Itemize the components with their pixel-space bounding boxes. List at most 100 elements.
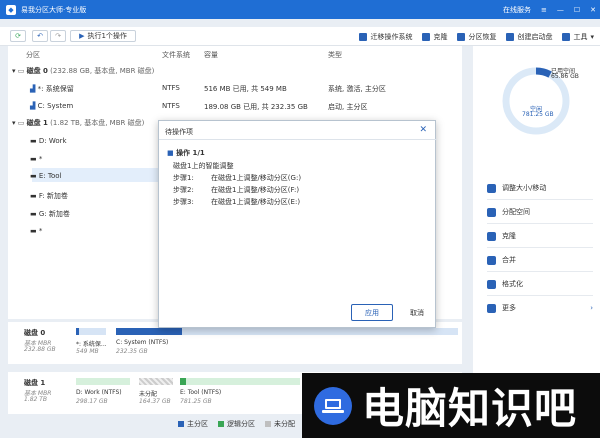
partition-system-label: C: System (NTFS) xyxy=(116,339,169,346)
legend-swatch-primary xyxy=(178,421,184,427)
dialog-close-icon[interactable]: ✕ xyxy=(419,125,427,135)
legend-swatch-unallocated xyxy=(265,421,271,427)
title-bar: ◆ 易我分区大师·专业版 在线服务 ≡ — ☐ ✕ xyxy=(0,0,600,19)
partition-reserved-size: 549 MB xyxy=(76,348,99,355)
resize-move-button[interactable]: 调整大小/移动 xyxy=(487,179,593,197)
menu-icon[interactable]: ≡ xyxy=(541,6,547,14)
type-cell: 系统, 激活, 主分区 xyxy=(328,85,386,93)
step1-label: 步骤1: xyxy=(173,174,194,182)
partition-row[interactable]: ▬ F: 新加卷 xyxy=(30,191,68,201)
disk0-row[interactable]: ▾ ▭ 磁盘 0 (232.88 GB, 基本盘, MBR 磁盘) xyxy=(12,66,154,76)
divider xyxy=(487,295,593,296)
format-icon xyxy=(487,279,496,289)
undo-button[interactable]: ↶ xyxy=(32,30,48,42)
chevron-down-icon: ▾ xyxy=(12,119,16,127)
cancel-button[interactable]: 取消 xyxy=(403,304,431,321)
drive-icon: ▬ xyxy=(30,227,37,235)
disk-icon: ▭ xyxy=(17,67,25,75)
app-logo-icon: ◆ xyxy=(6,4,16,15)
drive-icon: ▬ xyxy=(30,192,37,200)
disk1-row[interactable]: ▾ ▭ 磁盘 1 (1.82 TB, 基本盘, MBR 磁盘) xyxy=(12,118,144,128)
partition-row[interactable]: ▬ * xyxy=(30,155,42,163)
more-icon xyxy=(487,303,496,313)
fs-cell: NTFS xyxy=(162,84,180,92)
watermark-text: 电脑知识吧 xyxy=(362,384,578,433)
close-icon[interactable]: ✕ xyxy=(590,6,596,14)
partition-bar-tool[interactable] xyxy=(180,378,300,385)
partition-icon: ▟ xyxy=(30,102,36,110)
tools-button[interactable]: 工具 ▾ xyxy=(562,32,594,42)
partition-row-selected[interactable]: ▬ E: Tool xyxy=(30,172,61,180)
tools-icon xyxy=(562,32,571,41)
partition-row[interactable]: ▬ G: 新加卷 xyxy=(30,209,70,219)
step2-label: 步骤2: xyxy=(173,186,194,194)
legend-unallocated: 未分配 xyxy=(265,419,295,429)
allocate-space-button[interactable]: 分配空间 xyxy=(487,203,593,221)
operation-header[interactable]: ■ 操作 1/1 xyxy=(167,148,205,158)
drive-icon: ▬ xyxy=(30,155,37,163)
drive-icon: ▬ xyxy=(30,172,37,180)
divider xyxy=(487,223,593,224)
disk0-map-size: 232.88 GB xyxy=(24,346,56,353)
refresh-button[interactable]: ⟳ xyxy=(10,30,26,42)
free-space-value: 781.25 GB xyxy=(522,111,554,118)
step2-text: 在磁盘1上调整/移动分区(F:) xyxy=(211,186,300,194)
dialog-title: 待操作项 xyxy=(165,128,193,136)
pending-operations-dialog: 待操作项 ✕ ■ 操作 1/1 磁盘1上的智能调整 步骤1: 在磁盘1上调整/移… xyxy=(158,120,437,328)
apply-button[interactable]: 应用 xyxy=(351,304,393,321)
operation-summary: 磁盘1上的智能调整 xyxy=(173,162,234,170)
step3-text: 在磁盘1上调整/移动分区(E:) xyxy=(211,198,301,206)
divider xyxy=(487,247,593,248)
create-bootdisk-button[interactable]: 创建启动盘 xyxy=(506,32,552,42)
execute-button[interactable]: ▶ 执行1个操作 xyxy=(70,30,136,42)
step1-text: 在磁盘1上调整/移动分区(G:) xyxy=(211,174,302,182)
partition-legend: 主分区 逻辑分区 未分配 xyxy=(178,419,295,429)
capacity-cell: 516 MB 已用, 共 549 MB xyxy=(204,85,287,93)
divider xyxy=(487,271,593,272)
partition-row[interactable]: ▟ C: System xyxy=(30,102,73,110)
clone-icon xyxy=(487,231,496,241)
partition-row[interactable]: ▬ * xyxy=(30,227,42,235)
col-header-fs: 文件系统 xyxy=(162,51,190,59)
clone-icon xyxy=(422,32,431,41)
merge-icon xyxy=(487,255,496,265)
disk-icon: ▭ xyxy=(17,119,25,127)
redo-button[interactable]: ↷ xyxy=(50,30,66,42)
app-title: 易我分区大师·专业版 xyxy=(21,5,87,14)
partition-recovery-button[interactable]: 分区恢复 xyxy=(457,32,496,42)
legend-logical: 逻辑分区 xyxy=(218,419,255,429)
partition-work-size: 298.17 GB xyxy=(76,398,108,405)
more-button[interactable]: 更多 › xyxy=(487,299,593,317)
partition-tool-label: E: Tool (NTFS) xyxy=(180,389,222,396)
partition-bar-system-used xyxy=(116,328,182,335)
clone-button[interactable]: 克隆 xyxy=(422,32,447,42)
partition-bar-reserved[interactable] xyxy=(76,328,106,335)
format-button[interactable]: 格式化 xyxy=(487,275,593,293)
migrate-os-button[interactable]: 迁移操作系统 xyxy=(359,32,412,42)
drive-icon: ▬ xyxy=(30,137,37,145)
capacity-cell: 189.08 GB 已用, 共 232.35 GB xyxy=(204,103,308,111)
toolbar: ⟳ ↶ ↷ ▶ 执行1个操作 迁移操作系统 克隆 分区恢复 创建启动盘 工具 ▾ xyxy=(0,27,600,46)
partition-system-size: 232.35 GB xyxy=(116,348,148,355)
execute-label: 执行1个操作 xyxy=(87,32,127,40)
divider xyxy=(487,199,593,200)
merge-button[interactable]: 合并 xyxy=(487,251,593,269)
partition-row[interactable]: ▬ D: Work xyxy=(30,137,67,145)
partition-bar-work[interactable] xyxy=(76,378,130,385)
maximize-icon[interactable]: ☐ xyxy=(574,6,580,14)
migrate-icon xyxy=(359,32,368,41)
type-cell: 启动, 主分区 xyxy=(328,103,368,111)
donut-free-ring xyxy=(502,67,570,135)
allocate-icon xyxy=(487,207,496,217)
online-service-link[interactable]: 在线服务 xyxy=(503,5,531,15)
partition-icon: ▟ xyxy=(30,85,36,93)
minimize-icon[interactable]: — xyxy=(557,6,564,14)
clone-partition-button[interactable]: 克隆 xyxy=(487,227,593,245)
partition-row[interactable]: ▟ *: 系统保留 xyxy=(30,84,74,94)
legend-swatch-logical xyxy=(218,421,224,427)
partition-bar-unallocated[interactable] xyxy=(139,378,173,385)
col-header-type: 类型 xyxy=(328,51,342,59)
laptop-icon xyxy=(314,386,352,425)
partition-bar-tool-used xyxy=(180,378,186,385)
watermark-banner: 电脑知识吧 xyxy=(302,373,600,438)
